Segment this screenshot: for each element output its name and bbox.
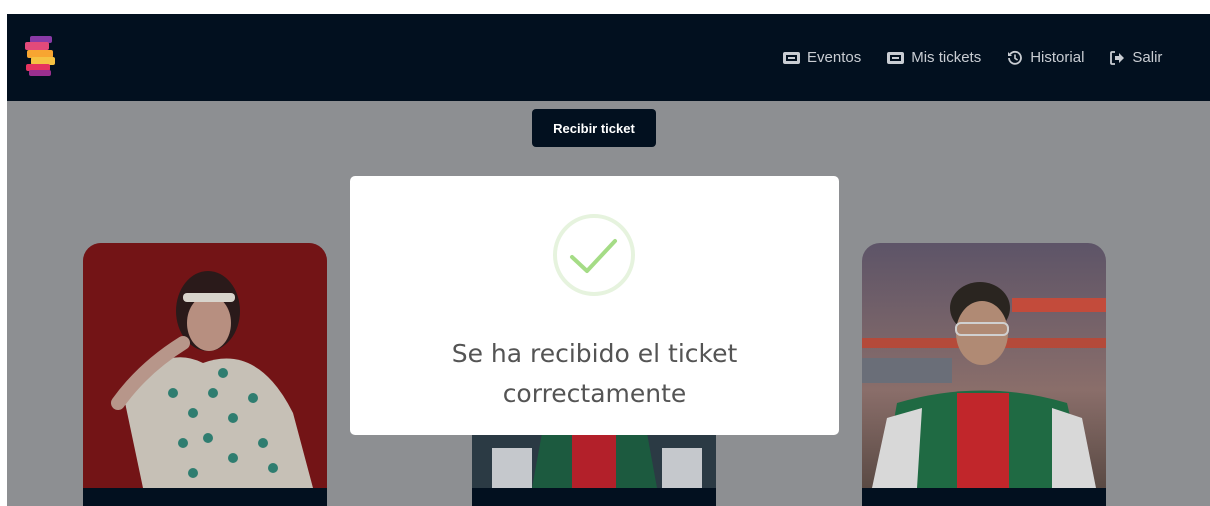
- ticket-icon: [783, 51, 800, 64]
- modal-message: Se ha recibido el ticket correctamente: [350, 334, 839, 414]
- success-modal: Se ha recibido el ticket correctamente: [350, 176, 839, 435]
- nav-item-label: Salir: [1132, 49, 1163, 66]
- modal-message-line2: correctamente: [502, 379, 687, 408]
- nav-menu: Eventos Mis tickets Historial Salir: [783, 14, 1188, 101]
- ticket-icon: [887, 51, 905, 64]
- navbar: Eventos Mis tickets Historial Salir: [7, 14, 1210, 101]
- nav-item-label: Mis tickets: [911, 49, 982, 66]
- app-frame: Eventos Mis tickets Historial Salir Reci…: [7, 14, 1210, 506]
- logout-icon: [1110, 50, 1125, 65]
- nav-item-mis-tickets[interactable]: Mis tickets: [887, 49, 981, 66]
- modal-message-line1: Se ha recibido el ticket: [451, 339, 738, 368]
- nav-item-historial[interactable]: Historial: [1007, 49, 1084, 66]
- nav-item-label: Historial: [1030, 49, 1085, 66]
- history-icon: [1008, 50, 1023, 65]
- s-logo-icon[interactable]: [25, 36, 55, 76]
- nav-item-salir[interactable]: Salir: [1110, 49, 1162, 66]
- nav-item-label: Eventos: [807, 49, 862, 66]
- nav-item-eventos[interactable]: Eventos: [783, 49, 861, 66]
- success-check-icon: [553, 214, 635, 296]
